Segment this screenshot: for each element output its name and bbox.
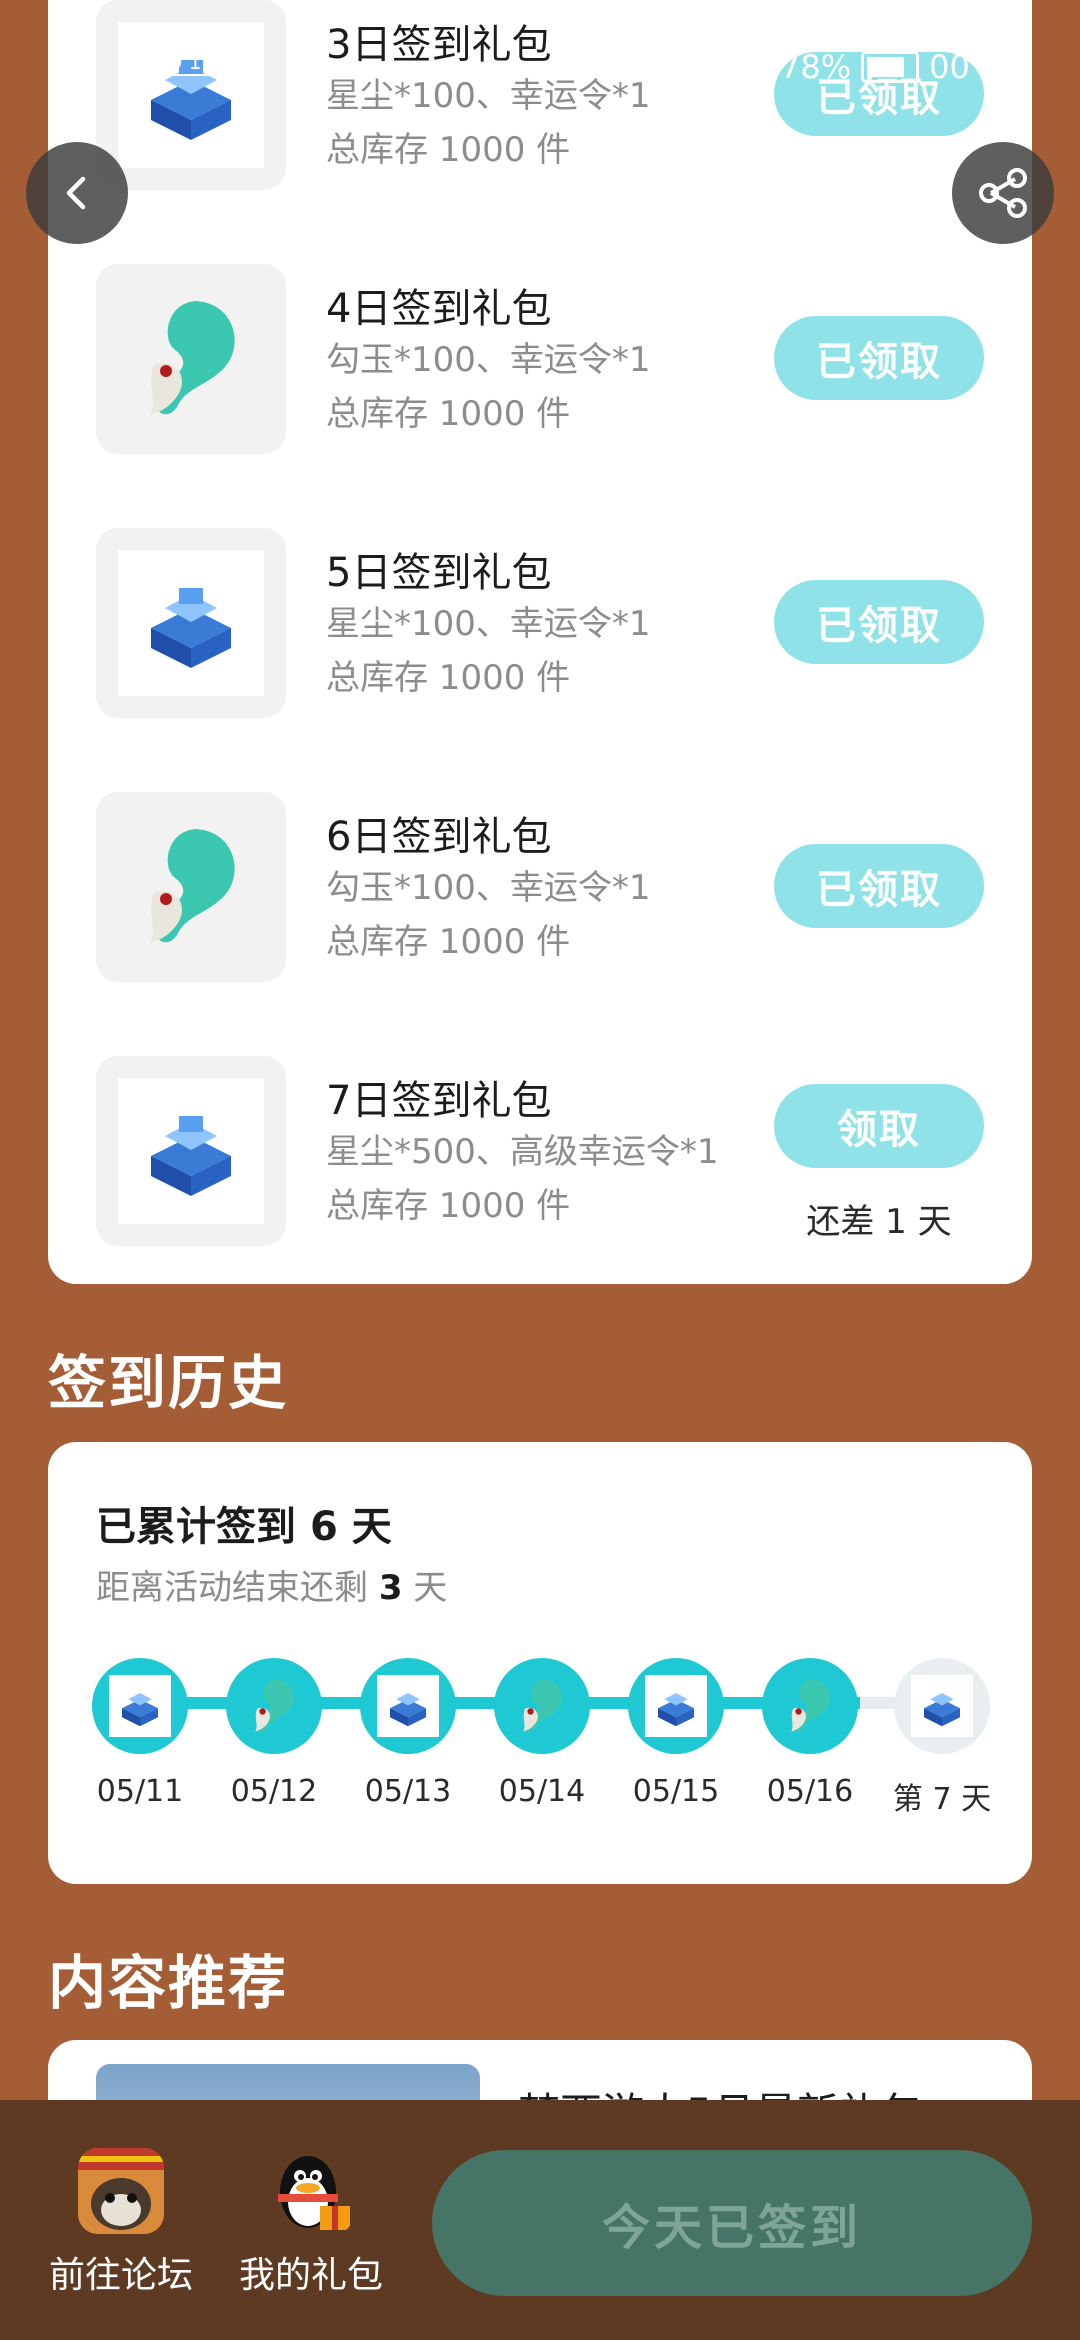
gift-stock: 总库存 1000 件 (326, 658, 571, 698)
my-gifts-shortcut[interactable]: 我的礼包 (236, 2148, 386, 2298)
back-button[interactable] (26, 142, 128, 244)
status-right: 78% 00 (780, 48, 970, 86)
gift-stock: 总库存 1000 件 (326, 922, 571, 962)
claimed-button[interactable]: 已领取 (774, 316, 984, 400)
day-node-6 (762, 1658, 858, 1754)
jade-magatama-icon (791, 1679, 830, 1732)
blue-chest-icon (151, 588, 231, 668)
day-label: 05/12 (230, 1774, 318, 1809)
day-label: 05/16 (766, 1774, 854, 1809)
day-node-2 (226, 1658, 322, 1754)
blue-chest-icon (390, 1692, 426, 1727)
gift-item-day5: 5日签到礼包 星尘*100、幸运令*1 总库存 1000 件 已领取 (48, 528, 1032, 728)
history-section-title: 签到历史 (48, 1349, 289, 1417)
qq-penguin-gift-icon (268, 2148, 354, 2234)
day-label: 05/14 (498, 1774, 586, 1809)
day-label: 第 7 天 (892, 1782, 992, 1817)
day-node-1 (92, 1658, 188, 1754)
gift-thumbnail (96, 264, 286, 454)
blue-chest-icon (924, 1692, 960, 1727)
chevron-left-icon (66, 176, 86, 210)
claimed-button[interactable]: 已领取 (774, 844, 984, 928)
day-node-3 (360, 1658, 456, 1754)
bottom-bar: 前往论坛 我的礼包 今天已签到 (0, 2100, 1080, 2340)
day-node-4 (494, 1658, 590, 1754)
forum-label: 前往论坛 (48, 2255, 193, 2296)
day-label: 05/15 (632, 1774, 720, 1809)
gift-thumbnail (96, 1056, 286, 1246)
battery-icon (861, 51, 920, 83)
blue-chest-icon (658, 1692, 694, 1727)
day-node-7 (894, 1658, 990, 1754)
hd-indicator: HD 11 (146, 48, 221, 76)
gift-title: 7日签到礼包 (326, 1078, 552, 1124)
gift-stock: 总库存 1000 件 (326, 130, 571, 170)
clock-text: 00 (929, 48, 970, 86)
cumulative-signin-text: 已累计签到 6 天 (96, 1504, 392, 1550)
jade-magatama-icon (150, 301, 235, 415)
gift-item-day6: 6日签到礼包 勾玉*100、幸运令*1 总库存 1000 件 已领取 (48, 792, 1032, 992)
gift-title: 6日签到礼包 (326, 814, 552, 860)
gift-title: 4日签到礼包 (326, 286, 552, 332)
recommend-section-title: 内容推荐 (48, 1949, 289, 2017)
gift-list-card: 3日签到礼包 星尘*100、幸运令*1 总库存 1000 件 已领取 4日签到礼… (48, 0, 1032, 1284)
gift-item-day7: 7日签到礼包 星尘*500、高级幸运令*1 总库存 1000 件 领取 还差 1… (48, 1056, 1032, 1256)
signed-today-button[interactable]: 今天已签到 (432, 2150, 1032, 2296)
status-left: HD 11 (146, 48, 221, 76)
share-icon (979, 168, 1027, 218)
gift-description: 星尘*500、高级幸运令*1 (326, 1132, 719, 1172)
game-avatar-icon (78, 2148, 164, 2234)
blue-chest-icon (151, 1116, 231, 1196)
claimed-button[interactable]: 已领取 (774, 580, 984, 664)
event-remaining-text: 距离活动结束还剩 3 天 (96, 1568, 448, 1608)
battery-percent: 78% (780, 48, 852, 86)
gift-stock: 总库存 1000 件 (326, 1186, 571, 1226)
my-gifts-label: 我的礼包 (238, 2255, 383, 2296)
gift-item-day4: 4日签到礼包 勾玉*100、幸运令*1 总库存 1000 件 已领取 (48, 264, 1032, 464)
day-label: 05/13 (364, 1774, 452, 1809)
day-label: 05/11 (96, 1774, 184, 1809)
jade-magatama-icon (255, 1679, 294, 1732)
status-bar: HD 11 78% 00 (0, 0, 1080, 110)
gift-stock: 总库存 1000 件 (326, 394, 571, 434)
days-remaining-text: 还差 1 天 (806, 1202, 952, 1242)
gift-title: 5日签到礼包 (326, 550, 552, 596)
claim-button[interactable]: 领取 (774, 1084, 984, 1168)
gift-thumbnail (96, 528, 286, 718)
history-card: 已累计签到 6 天 距离活动结束还剩 3 天 05/11 05/12 05/13… (48, 1442, 1032, 1884)
jade-magatama-icon (150, 829, 235, 943)
gift-description: 星尘*100、幸运令*1 (326, 604, 651, 644)
gift-thumbnail (96, 792, 286, 982)
blue-chest-icon (122, 1692, 158, 1727)
forum-shortcut[interactable]: 前往论坛 (46, 2148, 196, 2298)
gift-description: 勾玉*100、幸运令*1 (326, 868, 651, 908)
jade-magatama-icon (523, 1679, 562, 1732)
gift-description: 勾玉*100、幸运令*1 (326, 340, 651, 380)
day-node-5 (628, 1658, 724, 1754)
share-button[interactable] (952, 142, 1054, 244)
